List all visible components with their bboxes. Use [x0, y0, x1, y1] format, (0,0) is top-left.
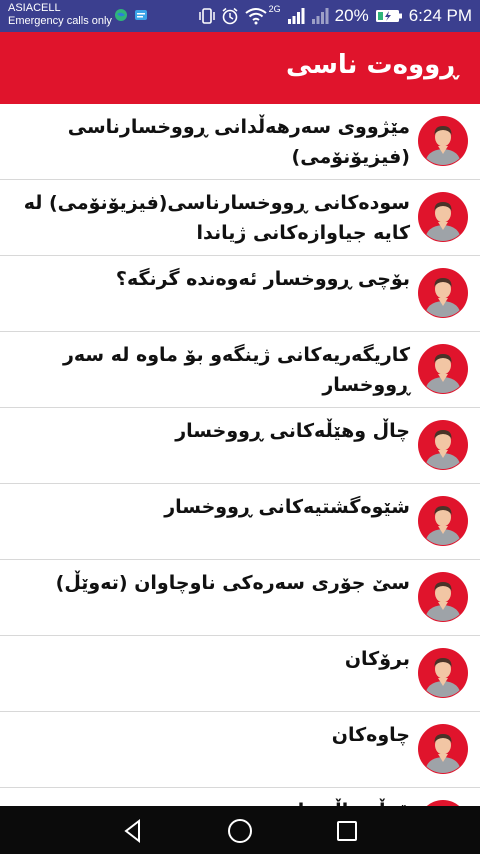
user-avatar-icon [418, 420, 468, 470]
signal-empty-icon [311, 8, 329, 24]
status-bar: ASIACELL Emergency calls only 2G 20% 6:2… [0, 0, 480, 32]
recents-square-icon[interactable] [334, 818, 360, 844]
network-type-label: 2G [268, 4, 281, 14]
list-item-label: قوڵ چاڵ چاو [6, 796, 410, 806]
battery-charging-icon [375, 10, 402, 22]
notification-icons [114, 8, 148, 22]
user-avatar-icon [418, 496, 468, 546]
user-avatar-icon [418, 344, 468, 394]
navigation-bar [0, 806, 480, 854]
status-right: 2G 20% 6:24 PM [198, 4, 472, 26]
list-item[interactable]: سێ جۆری سەرەکی ناوچاوان (تەوێڵ) [0, 560, 480, 636]
user-avatar-icon [418, 192, 468, 242]
list-item[interactable]: مێژووی سەرهەڵدانی ڕووخسارناسی (فیزیۆنۆمی… [0, 104, 480, 180]
topic-list: مێژووی سەرهەڵدانی ڕووخسارناسی (فیزیۆنۆمی… [0, 104, 480, 806]
emergency-text: Emergency calls only [8, 15, 112, 27]
user-avatar-icon [418, 116, 468, 166]
alarm-icon [222, 7, 238, 25]
user-avatar-icon [418, 724, 468, 774]
list-item-label: چاوەکان [331, 724, 410, 746]
list-item[interactable]: سودەکانی ڕووخسارناسی(فیزیۆنۆمی) لە کایە … [0, 180, 480, 256]
list-item[interactable]: کاریگەریەکانی ژینگەو بۆ ماوە لە سەر ڕووخ… [0, 332, 480, 408]
wifi-icon [245, 8, 267, 25]
list-item-label: شێوەگشتیەکانی ڕووخسار [164, 496, 410, 518]
vibrate-icon [198, 8, 215, 24]
home-circle-icon[interactable] [227, 818, 253, 844]
back-triangle-icon[interactable] [120, 818, 146, 844]
app-bar: ڕووەت ناسی [0, 32, 480, 104]
message-icon [135, 10, 147, 20]
list-item[interactable]: شێوەگشتیەکانی ڕووخسار [0, 484, 480, 560]
carrier-info: ASIACELL Emergency calls only [8, 2, 112, 28]
list-item[interactable]: چاڵ وهێڵەکانی ڕووخسار [0, 408, 480, 484]
list-item-label: بۆچی ڕووخسار ئەوەندە گرنگە؟ [115, 268, 410, 290]
list-item[interactable]: چاوەکان [0, 712, 480, 788]
list-item-label: چاڵ وهێڵەکانی ڕووخسار [175, 420, 410, 442]
list-item-label: برۆکان [344, 648, 410, 670]
signal-icon [287, 8, 305, 24]
list-item[interactable]: برۆکان [0, 636, 480, 712]
user-avatar-icon [418, 268, 468, 318]
list-item-label: سێ جۆری سەرەکی ناوچاوان (تەوێڵ) [55, 572, 410, 594]
user-avatar-icon [418, 648, 468, 698]
list-item-label: مێژووی سەرهەڵدانی ڕووخسارناسی (فیزیۆنۆمی… [67, 116, 410, 168]
battery-percent: 20% [334, 6, 369, 25]
list-item-label: کاریگەریەکانی ژینگەو بۆ ماوە لە سەر ڕووخ… [62, 344, 410, 396]
user-avatar-icon [418, 572, 468, 622]
list-item-label: سودەکانی ڕووخسارناسی(فیزیۆنۆمی) لە کایە … [23, 192, 410, 244]
page-title: ڕووەت ناسی [286, 50, 458, 80]
carrier-name: ASIACELL [8, 2, 61, 14]
list-item[interactable]: قوڵ چاڵ چاو [0, 788, 480, 806]
list-item[interactable]: بۆچی ڕووخسار ئەوەندە گرنگە؟ [0, 256, 480, 332]
globe-icon [115, 9, 127, 21]
clock: 6:24 PM [408, 6, 472, 25]
